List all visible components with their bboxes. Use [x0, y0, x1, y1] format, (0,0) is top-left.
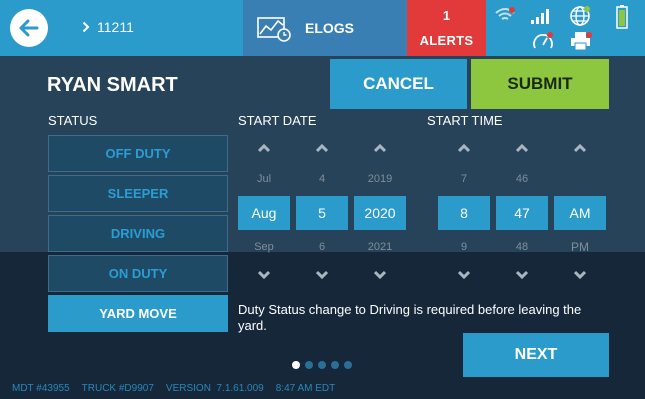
- day-up-button[interactable]: [296, 138, 348, 158]
- elogs-tab[interactable]: ELOGS: [243, 0, 407, 56]
- chevron-down-icon: [374, 270, 386, 280]
- breadcrumb-label: 11211: [97, 19, 134, 35]
- cancel-button[interactable]: CANCEL: [330, 59, 467, 109]
- battery-icon: [616, 5, 628, 29]
- duty-status-notice: Duty Status change to Driving is require…: [238, 302, 582, 333]
- minute-prev: 46: [515, 173, 529, 185]
- alerts-count: 1: [442, 8, 451, 23]
- hour-down-button[interactable]: [438, 265, 490, 285]
- page-dot-4[interactable]: [331, 361, 339, 369]
- day-prev: 4: [318, 173, 326, 185]
- status-driving[interactable]: DRIVING: [48, 215, 228, 252]
- signal-icon: [531, 9, 549, 24]
- month-next: Sep: [254, 241, 274, 253]
- chevron-down-icon: [258, 270, 270, 280]
- chevron-down-icon: [574, 270, 586, 280]
- day-next: 6: [318, 241, 326, 253]
- chevron-up-icon: [458, 143, 470, 153]
- chevron-down-icon: [516, 270, 528, 280]
- chevron-down-icon: [458, 270, 470, 280]
- hour-next: 9: [460, 241, 468, 253]
- ampm-down-button[interactable]: [554, 265, 606, 285]
- alerts-tab[interactable]: 1 ALERTS: [407, 0, 486, 56]
- chevron-down-icon: [316, 270, 328, 280]
- status-sleeper[interactable]: SLEEPER: [48, 175, 228, 212]
- hour-prev: 7: [460, 173, 468, 185]
- device-status-area: [486, 0, 645, 56]
- month-up-button[interactable]: [238, 138, 290, 158]
- year-up-button[interactable]: [354, 138, 406, 158]
- minute-value[interactable]: 47: [496, 196, 548, 230]
- status-list: OFF DUTY SLEEPER DRIVING ON DUTY YARD MO…: [48, 135, 228, 335]
- day-down-button[interactable]: [296, 265, 348, 285]
- duty-status-panel: RYAN SMART CANCEL SUBMIT STATUS START DA…: [0, 56, 645, 399]
- status-off-duty[interactable]: OFF DUTY: [48, 135, 228, 172]
- back-arrow-icon: [19, 19, 39, 37]
- speed-gauge-icon: [533, 32, 553, 49]
- page-dot-5[interactable]: [344, 361, 352, 369]
- back-button[interactable]: [10, 9, 48, 47]
- page-dot-2[interactable]: [305, 361, 313, 369]
- footer-info: MDT #43955 TRUCK #D9907 VERSION 7.1.61.0…: [12, 383, 335, 394]
- ampm-next: PM: [571, 240, 589, 254]
- minute-next: 48: [515, 241, 529, 253]
- day-value[interactable]: 5: [296, 196, 348, 230]
- globe-icon: [570, 6, 590, 26]
- year-prev: 2019: [367, 173, 393, 185]
- page-dot-3[interactable]: [318, 361, 326, 369]
- elogs-chart-icon: [257, 17, 291, 42]
- chevron-right-icon: [82, 21, 90, 33]
- chevron-up-icon: [316, 143, 328, 153]
- start-time-heading: START TIME: [427, 113, 503, 128]
- hour-up-button[interactable]: [438, 138, 490, 158]
- app-version: VERSION 7.1.61.009: [165, 383, 264, 394]
- status-yard-move[interactable]: YARD MOVE: [48, 295, 228, 332]
- year-down-button[interactable]: [354, 265, 406, 285]
- page-indicator: [292, 361, 352, 369]
- alerts-label: ALERTS: [419, 33, 474, 48]
- status-heading: STATUS: [48, 113, 98, 128]
- minute-down-button[interactable]: [496, 265, 548, 285]
- page-dot-1[interactable]: [292, 361, 300, 369]
- chevron-up-icon: [574, 143, 586, 153]
- ampm-up-button[interactable]: [554, 138, 606, 158]
- next-button[interactable]: NEXT: [463, 333, 609, 377]
- start-date-heading: START DATE: [238, 113, 317, 128]
- year-next: 2021: [367, 241, 393, 253]
- current-time: 8:47 AM EDT: [275, 383, 336, 394]
- truck-number: TRUCK #D9907: [81, 383, 154, 394]
- breadcrumb[interactable]: 11211: [82, 19, 134, 35]
- minute-up-button[interactable]: [496, 138, 548, 158]
- hour-value[interactable]: 8: [438, 196, 490, 230]
- elogs-label: ELOGS: [305, 20, 355, 36]
- ampm-value[interactable]: AM: [554, 196, 606, 230]
- mdt-number: MDT #43955: [12, 383, 70, 394]
- chevron-up-icon: [516, 143, 528, 153]
- submit-button[interactable]: SUBMIT: [471, 59, 609, 109]
- year-value[interactable]: 2020: [354, 196, 406, 230]
- printer-icon: [571, 32, 592, 51]
- chevron-up-icon: [258, 143, 270, 153]
- wifi-icon: [495, 7, 515, 20]
- top-bar: 11211 ELOGS 1 ALERTS: [0, 0, 645, 56]
- month-value[interactable]: Aug: [238, 196, 290, 230]
- month-prev: Jul: [256, 173, 272, 185]
- driver-name: RYAN SMART: [47, 74, 178, 96]
- status-on-duty[interactable]: ON DUTY: [48, 255, 228, 292]
- chevron-up-icon: [374, 143, 386, 153]
- month-down-button[interactable]: [238, 265, 290, 285]
